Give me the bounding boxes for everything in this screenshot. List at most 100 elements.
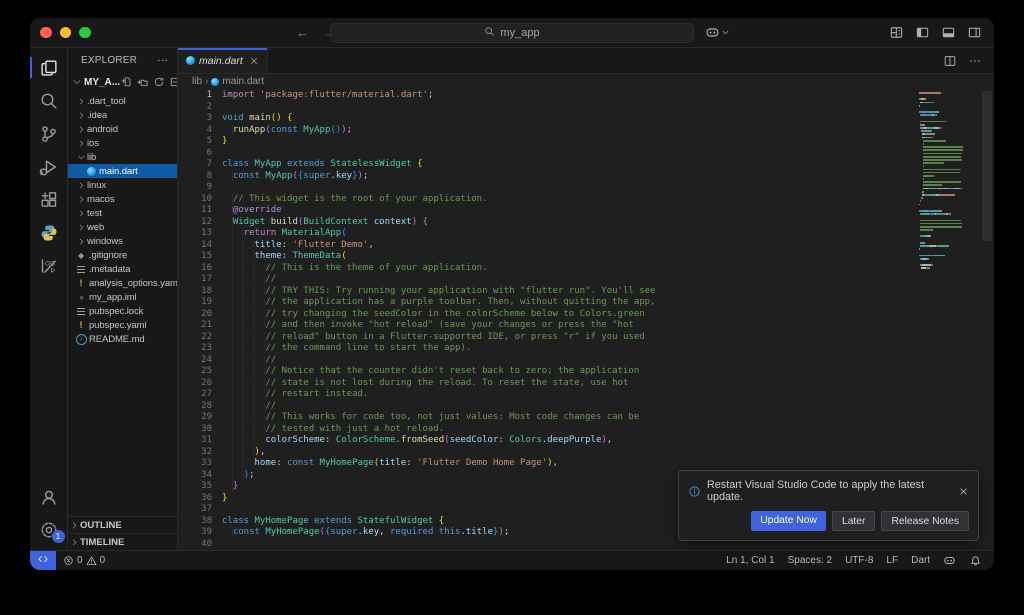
refresh-icon[interactable] (153, 76, 165, 88)
panel-bottom-icon[interactable] (941, 25, 956, 40)
code-line-20[interactable]: 20 // try changing the seedColor in the … (178, 309, 918, 321)
code-line-29[interactable]: 29 // This works for code too, not just … (178, 412, 918, 424)
code-line-15[interactable]: 15 theme: ThemeData( (178, 251, 918, 263)
code-line-9[interactable]: 9 (178, 182, 918, 194)
activity-item-explorer[interactable] (30, 51, 68, 84)
bell-icon[interactable] (969, 554, 982, 567)
code-line-14[interactable]: 14 title: 'Flutter Demo', (178, 240, 918, 252)
language-mode[interactable]: Dart (911, 555, 930, 566)
code-line-13[interactable]: 13 return MaterialApp( (178, 228, 918, 240)
tree-item-web[interactable]: web (68, 220, 177, 234)
tree-item-pubspec-yaml[interactable]: pubspec.yaml (68, 318, 177, 332)
activity-item-settings[interactable]: 1 (30, 513, 68, 546)
tree-item-ios[interactable]: ios (68, 136, 177, 150)
tab-main-dart[interactable]: main.dart (178, 48, 268, 73)
remote-indicator[interactable] (30, 551, 56, 570)
tree-item-pubspec-lock[interactable]: pubspec.lock (68, 304, 177, 318)
section-timeline[interactable]: TIMELINE (68, 533, 177, 550)
indentation[interactable]: Spaces: 2 (788, 555, 832, 566)
tree-item-readme-md[interactable]: README.md (68, 332, 177, 346)
code-line-16[interactable]: 16 // This is the theme of your applicat… (178, 263, 918, 275)
code-line-32[interactable]: 32 ), (178, 447, 918, 459)
layout-customize-icon[interactable] (889, 25, 904, 40)
code-line-11[interactable]: 11 @override (178, 205, 918, 217)
code-line-12[interactable]: 12 Widget build(BuildContext context) { (178, 217, 918, 229)
code-line-19[interactable]: 19 // the application has a purple toolb… (178, 297, 918, 309)
panel-right-icon[interactable] (967, 25, 982, 40)
scrollbar-slider[interactable] (982, 91, 992, 241)
tree-item-metadata[interactable]: .metadata (68, 262, 177, 276)
tree-item-lib[interactable]: lib (68, 150, 177, 164)
tree-item-idea[interactable]: .idea (68, 108, 177, 122)
new-folder-icon[interactable] (137, 76, 149, 88)
explorer-more-icon[interactable] (156, 54, 169, 67)
copilot-icon[interactable] (943, 554, 956, 567)
activity-item-ocp[interactable]: OCP (30, 249, 68, 282)
minimap[interactable] (919, 92, 979, 271)
encoding[interactable]: UTF-8 (845, 555, 873, 566)
breadcrumb-item-lib[interactable]: lib (192, 76, 202, 87)
code-line-22[interactable]: 22 // reload" button in a Flutter-suppor… (178, 332, 918, 344)
code-line-28[interactable]: 28 // (178, 401, 918, 413)
tree-item-analysis-options-yaml[interactable]: analysis_options.yaml (68, 276, 177, 290)
tree-item-linux[interactable]: linux (68, 178, 177, 192)
later-button[interactable]: Later (832, 511, 875, 531)
workspace-section-header[interactable]: MY_A... (68, 72, 177, 92)
tree-item-android[interactable]: android (68, 122, 177, 136)
activity-item-extensions[interactable] (30, 183, 68, 216)
code-line-24[interactable]: 24 // (178, 355, 918, 367)
code-line-33[interactable]: 33 home: const MyHomePage(title: 'Flutte… (178, 458, 918, 470)
code-line-4[interactable]: 4 runApp(const MyApp()); (178, 125, 918, 137)
code-line-7[interactable]: 7class MyApp extends StatelessWidget { (178, 159, 918, 171)
code-line-31[interactable]: 31 colorScheme: ColorScheme.fromSeed(see… (178, 435, 918, 447)
activity-item-accounts[interactable] (30, 480, 68, 513)
code-line-17[interactable]: 17 // (178, 274, 918, 286)
code-line-2[interactable]: 2 (178, 102, 918, 114)
code-line-6[interactable]: 6 (178, 148, 918, 160)
eol[interactable]: LF (886, 555, 898, 566)
zoom-window-button[interactable] (79, 27, 91, 39)
code-line-21[interactable]: 21 // and then invoke "hot reload" (save… (178, 320, 918, 332)
close-window-button[interactable] (40, 27, 52, 39)
release-notes-button[interactable]: Release Notes (881, 511, 969, 531)
tree-item-gitignore[interactable]: .gitignore (68, 248, 177, 262)
tree-item-my-app-iml[interactable]: my_app.iml (68, 290, 177, 304)
new-file-icon[interactable] (121, 76, 133, 88)
more-actions-icon[interactable] (968, 54, 982, 68)
update-now-button[interactable]: Update Now (751, 511, 826, 531)
code-line-25[interactable]: 25 // Notice that the counter didn't res… (178, 366, 918, 378)
tree-item-main-dart[interactable]: main.dart (68, 164, 177, 178)
problems-status[interactable]: 0 0 (56, 555, 105, 566)
split-editor-icon[interactable] (943, 54, 957, 68)
tree-item-test[interactable]: test (68, 206, 177, 220)
activity-item-source-control[interactable] (30, 117, 68, 150)
tree-item-macos[interactable]: macos (68, 192, 177, 206)
editor-scrollbar[interactable] (980, 89, 994, 550)
code-line-26[interactable]: 26 // state is not lost during the reloa… (178, 378, 918, 390)
activity-item-python[interactable] (30, 216, 68, 249)
activity-item-run-debug[interactable] (30, 150, 68, 183)
code-line-3[interactable]: 3void main() { (178, 113, 918, 125)
code-line-18[interactable]: 18 // TRY THIS: Try running your applica… (178, 286, 918, 298)
collapse-icon[interactable] (169, 76, 178, 88)
back-icon[interactable]: ← (296, 25, 309, 40)
copilot-menu[interactable] (705, 25, 730, 40)
code-line-1[interactable]: 1import 'package:flutter/material.dart'; (178, 90, 918, 102)
activity-item-search[interactable] (30, 84, 68, 117)
breadcrumb-item-main-dart[interactable]: main.dart (211, 76, 264, 87)
code-line-10[interactable]: 10 // This widget is the root of your ap… (178, 194, 918, 206)
cursor-position[interactable]: Ln 1, Col 1 (726, 555, 774, 566)
panel-left-icon[interactable] (915, 25, 930, 40)
code-line-27[interactable]: 27 // restart instead. (178, 389, 918, 401)
minimize-window-button[interactable] (60, 27, 72, 39)
close-tab-icon[interactable] (249, 56, 259, 66)
tree-item-dart-tool[interactable]: .dart_tool (68, 94, 177, 108)
code-line-23[interactable]: 23 // the command line to start the app)… (178, 343, 918, 355)
section-outline[interactable]: OUTLINE (68, 516, 177, 533)
code-line-5[interactable]: 5} (178, 136, 918, 148)
code-line-30[interactable]: 30 // tested with just a hot reload. (178, 424, 918, 436)
command-center-search[interactable]: my_app (330, 23, 694, 43)
close-notification-icon[interactable] (958, 486, 969, 497)
code-line-8[interactable]: 8 const MyApp({super.key}); (178, 171, 918, 183)
tree-item-windows[interactable]: windows (68, 234, 177, 248)
